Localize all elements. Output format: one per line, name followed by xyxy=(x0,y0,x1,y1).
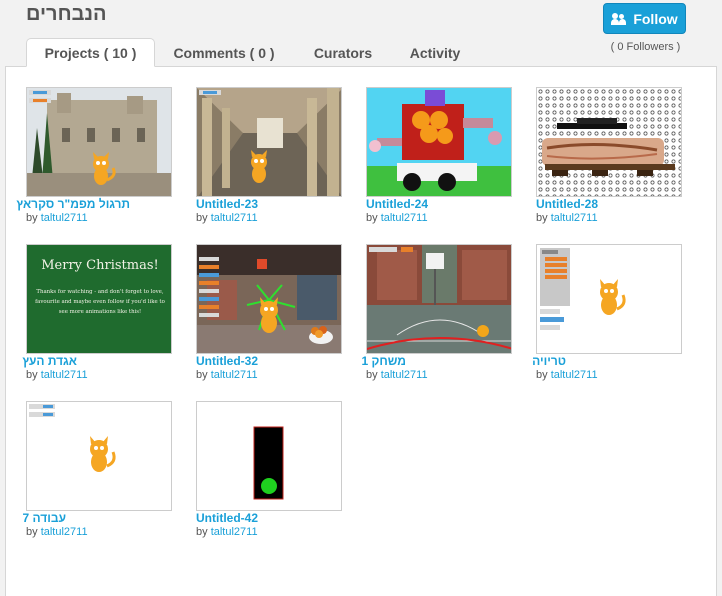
project-title[interactable]: אגדת העץ xyxy=(22,354,77,368)
project-owner[interactable]: taltul2711 xyxy=(41,526,88,538)
studio-title: הנבחרים xyxy=(26,3,107,25)
follow-button[interactable]: Follow xyxy=(603,3,686,34)
project-owner[interactable]: taltul2711 xyxy=(381,212,428,224)
robot-truck-thumbnail xyxy=(367,88,511,196)
project-title[interactable]: משחק 1 xyxy=(361,354,406,368)
basketball-court-thumbnail xyxy=(367,245,511,353)
christmas-body-1: Thanks for watching - and don't forget t… xyxy=(36,289,163,295)
project-thumbnail[interactable] xyxy=(536,244,682,354)
christmas-title: Merry Christmas! xyxy=(41,258,158,273)
palace-courtyard-thumbnail xyxy=(27,88,171,196)
project-byline: by taltul2711 xyxy=(536,212,598,224)
tab-projects[interactable]: Projects ( 10 ) xyxy=(26,38,155,67)
project-owner[interactable]: taltul2711 xyxy=(211,212,258,224)
arcade-corridor-thumbnail xyxy=(197,88,341,196)
project-byline: by taltul2711 xyxy=(196,526,258,538)
project-byline: by taltul2711 xyxy=(366,369,428,381)
tab-curators[interactable]: Curators xyxy=(303,38,383,67)
project-title[interactable]: Untitled-32 xyxy=(196,354,258,368)
project-owner[interactable]: taltul2711 xyxy=(41,369,88,381)
project-byline: by taltul2711 xyxy=(196,212,258,224)
project-thumbnail[interactable] xyxy=(196,87,342,197)
project-title[interactable]: Untitled-42 xyxy=(196,511,258,525)
cat-white-thumbnail xyxy=(27,402,171,510)
project-byline: by taltul2711 xyxy=(26,212,88,224)
project-thumbnail[interactable] xyxy=(366,87,512,197)
follow-label: Follow xyxy=(633,10,678,27)
cat-market-thumbnail xyxy=(197,245,341,353)
table-pattern-thumbnail xyxy=(537,88,681,196)
project-title[interactable]: Untitled-28 xyxy=(536,197,598,211)
project-owner[interactable]: taltul2711 xyxy=(381,369,428,381)
tab-activity[interactable]: Activity xyxy=(398,38,472,67)
christmas-body-3: see more animations like this! xyxy=(59,309,141,315)
studio-page: הנבחרים Follow ( 0 Followers ) Projects … xyxy=(0,0,722,596)
project-title[interactable]: עבודה 7 xyxy=(23,511,66,525)
project-thumbnail[interactable] xyxy=(196,401,342,511)
project-byline: by taltul2711 xyxy=(26,369,88,381)
project-owner[interactable]: taltul2711 xyxy=(551,212,598,224)
project-title[interactable]: טריויה xyxy=(532,354,566,368)
project-title[interactable]: תרגול מפמ"ר סקראץ xyxy=(16,197,130,211)
project-byline: by taltul2711 xyxy=(366,212,428,224)
project-thumbnail[interactable]: Merry Christmas! Thanks for watching - a… xyxy=(26,244,172,354)
users-icon xyxy=(611,12,627,25)
project-owner[interactable]: taltul2711 xyxy=(211,369,258,381)
project-thumbnail[interactable] xyxy=(26,87,172,197)
christmas-body-2: favourite and maybe even follow if you'd… xyxy=(35,299,165,305)
project-title[interactable]: Untitled-24 xyxy=(366,197,428,211)
project-byline: by taltul2711 xyxy=(536,369,598,381)
project-owner[interactable]: taltul2711 xyxy=(211,526,258,538)
project-owner[interactable]: taltul2711 xyxy=(41,212,88,224)
project-byline: by taltul2711 xyxy=(26,526,88,538)
project-title[interactable]: Untitled-23 xyxy=(196,197,258,211)
project-byline: by taltul2711 xyxy=(196,369,258,381)
project-thumbnail[interactable] xyxy=(366,244,512,354)
cat-code-thumbnail xyxy=(537,245,681,353)
traffic-light-thumbnail xyxy=(197,402,341,510)
tab-comments[interactable]: Comments ( 0 ) xyxy=(163,38,285,67)
project-owner[interactable]: taltul2711 xyxy=(551,369,598,381)
project-thumbnail[interactable] xyxy=(26,401,172,511)
project-thumbnail[interactable] xyxy=(536,87,682,197)
christmas-card-thumbnail: Merry Christmas! Thanks for watching - a… xyxy=(27,245,171,353)
followers-count: ( 0 Followers ) xyxy=(610,41,681,53)
project-thumbnail[interactable] xyxy=(196,244,342,354)
